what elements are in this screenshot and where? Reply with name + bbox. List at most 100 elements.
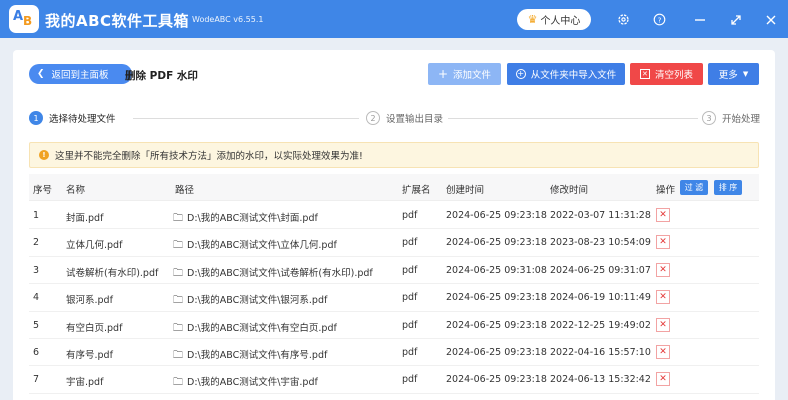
cell-name: 立体几何.pdf [66, 240, 123, 252]
cell-path: D:\我的ABC测试文件\银河系.pdf [187, 295, 328, 307]
remove-row-icon[interactable]: ✕ [656, 345, 670, 359]
cell-created: 2024-06-25 09:23:18 [446, 210, 547, 221]
cell-extension: pdf [402, 237, 418, 249]
remove-row-icon[interactable]: ✕ [656, 290, 670, 305]
maximize-icon[interactable] [728, 10, 744, 28]
cell-extension: pdf [402, 264, 418, 276]
cell-created: 2024-06-25 09:31:08 [446, 264, 547, 276]
step-number: 1 [29, 111, 43, 125]
remove-row-icon[interactable]: ✕ [656, 208, 670, 222]
plus-icon: + [437, 67, 449, 81]
table-row[interactable]: 4 银河系.pdf 🗀 D:\我的ABC测试文件\银河系.pdf pdf 2024-06-… [29, 284, 759, 312]
app-title: 我的ABC软件工具箱 [45, 12, 190, 30]
import-folder-button[interactable]: + 从文件夹中导入文件 [507, 63, 625, 85]
close-icon[interactable] [763, 10, 779, 28]
logo-letter-a: A [13, 9, 24, 24]
clear-list-button[interactable]: ✕ 清空列表 [630, 63, 703, 85]
cell-path-wrap: 🗀 D:\我的ABC测试文件\有序号.pdf [173, 347, 327, 365]
cell-path-wrap: 🗀 D:\我的ABC测试文件\试卷解析(有水印).pdf [173, 265, 373, 283]
delete-icon: ✕ [639, 69, 650, 79]
remove-row-icon[interactable]: ✕ [656, 262, 670, 277]
remove-row-icon[interactable]: ✕ [656, 317, 670, 332]
cell-name: 有序号.pdf [66, 350, 113, 361]
table-header: 序号 名称 路径 扩展名 创建时间 修改时间 操作 过 滤 排 序 [29, 174, 759, 201]
step-label: 开始处理 [722, 114, 761, 125]
step-output-dir: 2 设置输出目录 [366, 111, 443, 125]
cell-path: D:\我的ABC测试文件\试卷解析(有水印).pdf [187, 267, 373, 279]
title-bar: A B 我的ABC软件工具箱 WodeABC v6.55.1 ♛ 个人中心 ? [0, 0, 788, 38]
folder-icon: 🗀 [173, 267, 183, 279]
app-logo: A B [9, 5, 39, 33]
cell-path-wrap: 🗀 D:\我的ABC测试文件\有空白页.pdf [173, 320, 337, 338]
cell-name: 银河系.pdf [66, 295, 113, 307]
chevron-down-icon: ▼ [742, 70, 749, 78]
warning-icon: ! [39, 150, 49, 160]
notice-banner: ! 这里并不能完全删除「所有技术方法」添加的水印，以实际处理效果为准! [29, 142, 759, 168]
cell-modified: 2022-12-25 19:49:02 [550, 319, 651, 331]
back-to-main-button[interactable]: ❮ 返回到主面板 [29, 64, 132, 84]
step-start-processing: 3 开始处理 [702, 111, 760, 125]
table-row[interactable]: 7 宇宙.pdf 🗀 D:\我的ABC测试文件\宇宙.pdf pdf 2024-06-25… [29, 366, 759, 394]
folder-icon: 🗀 [173, 213, 183, 224]
step-label: 设置输出目录 [386, 114, 444, 125]
table-row[interactable]: 6 有序号.pdf 🗀 D:\我的ABC测试文件\有序号.pdf pdf 2024-06-… [29, 339, 759, 367]
col-modified: 修改时间 [550, 185, 589, 196]
step-connector [448, 118, 698, 119]
step-label: 选择待处理文件 [49, 114, 116, 125]
cell-index: 1 [33, 210, 40, 221]
folder-icon: 🗀 [173, 322, 183, 334]
user-center-button[interactable]: ♛ 个人中心 [517, 9, 591, 30]
col-extension: 扩展名 [402, 185, 431, 196]
cell-modified: 2024-06-19 10:11:49 [550, 292, 651, 304]
step-number: 3 [702, 111, 716, 125]
cell-created: 2024-06-25 09:23:18 [446, 347, 547, 358]
minimize-icon[interactable] [692, 10, 708, 28]
table-row[interactable]: 1 封面.pdf 🗀 D:\我的ABC测试文件\封面.pdf pdf 2024-06-25… [29, 202, 759, 230]
table-row[interactable]: 2 立体几何.pdf 🗀 D:\我的ABC测试文件\立体几何.pdf pdf 2024-0… [29, 229, 759, 257]
help-icon[interactable]: ? [651, 10, 667, 28]
cell-extension: pdf [402, 347, 418, 358]
crown-icon: ♛ [527, 13, 538, 26]
cell-created: 2024-06-25 09:23:18 [446, 319, 547, 331]
main-panel: ❮ 返回到主面板 删除 PDF 水印 + 添加文件 + 从文件夹中导入文件 ✕ … [13, 50, 775, 400]
remove-row-icon[interactable]: ✕ [656, 372, 670, 387]
cell-path: D:\我的ABC测试文件\宇宙.pdf [187, 377, 318, 389]
cell-path: D:\我的ABC测试文件\立体几何.pdf [187, 240, 337, 252]
cell-created: 2024-06-25 09:23:18 [446, 374, 547, 386]
remove-row-icon[interactable]: ✕ [656, 235, 670, 250]
cell-modified: 2024-06-13 15:32:42 [550, 374, 651, 386]
settings-icon[interactable] [615, 10, 631, 28]
import-folder-label: 从文件夹中导入文件 [530, 70, 617, 81]
add-files-button[interactable]: + 添加文件 [428, 63, 501, 85]
filter-button[interactable]: 过 滤 [680, 180, 708, 195]
cell-created: 2024-06-25 09:23:18 [446, 292, 547, 304]
col-actions: 操作 [656, 185, 676, 196]
svg-text:?: ? [657, 15, 661, 24]
app-version: WodeABC v6.55.1 [192, 15, 264, 24]
cell-extension: pdf [402, 319, 418, 331]
cell-index: 6 [33, 347, 40, 358]
step-number: 2 [366, 111, 380, 125]
cell-index: 4 [33, 292, 40, 304]
cell-extension: pdf [402, 292, 418, 304]
col-index: 序号 [33, 185, 53, 196]
chevron-left-icon: ❮ [37, 69, 45, 79]
notice-text: 这里并不能完全删除「所有技术方法」添加的水印，以实际处理效果为准! [55, 151, 363, 162]
circle-plus-icon: + [515, 69, 526, 79]
sort-button[interactable]: 排 序 [714, 180, 742, 195]
cell-path: D:\我的ABC测试文件\封面.pdf [187, 213, 318, 224]
more-button[interactable]: 更多 ▼ [708, 63, 759, 85]
col-path: 路径 [175, 185, 195, 196]
cell-path-wrap: 🗀 D:\我的ABC测试文件\立体几何.pdf [173, 237, 337, 255]
more-label: 更多 [718, 70, 738, 81]
logo-letter-b: B [23, 14, 33, 28]
page-title: 删除 PDF 水印 [125, 70, 198, 82]
folder-icon: 🗀 [173, 377, 183, 389]
cell-index: 2 [33, 237, 40, 249]
table-row[interactable]: 5 有空白页.pdf 🗀 D:\我的ABC测试文件\有空白页.pdf pdf 2024-0… [29, 312, 759, 339]
table-row[interactable]: 3 试卷解析(有水印).pdf 🗀 D:\我的ABC测试文件\试卷解析(有水印).pd… [29, 257, 759, 285]
cell-name: 试卷解析(有水印).pdf [66, 267, 159, 279]
folder-icon: 🗀 [173, 240, 183, 252]
cell-extension: pdf [402, 210, 418, 221]
cell-modified: 2022-03-07 11:31:28 [550, 210, 651, 221]
